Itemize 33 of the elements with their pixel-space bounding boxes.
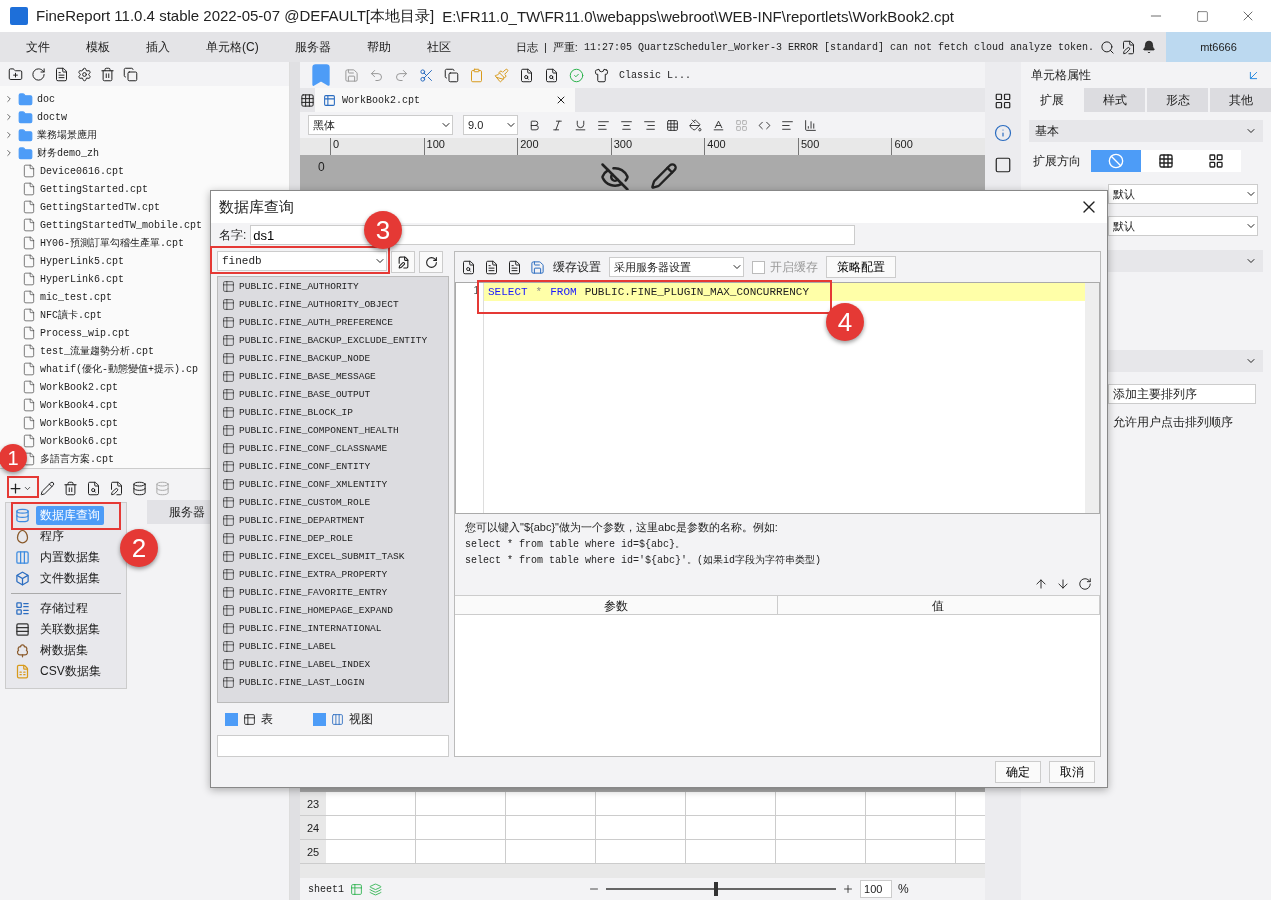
- cache-toggle-label: 开启缓存: [770, 258, 818, 276]
- log-separator: |: [544, 41, 547, 53]
- hint-example: select * from table where id=${abc}。: [465, 538, 687, 551]
- ruler-label: 100: [423, 138, 518, 155]
- field-label: 扩展方向: [1033, 152, 1081, 170]
- ruler-label: 400: [704, 138, 798, 155]
- ruler-label: 300: [610, 138, 705, 155]
- panel-title: 单元格属性: [1031, 66, 1091, 84]
- ruler-label: 0: [318, 160, 325, 174]
- ruler-label: 500: [797, 138, 892, 155]
- log-message: 11:27:05 QuartzScheduler_Worker-3 ERROR [standard] can not fetch cloud analyze token.: [583, 41, 1094, 53]
- sql-token: PUBLIC.FINE_PLUGIN_MAX_CONCURRENCY: [584, 286, 810, 298]
- ruler-label: 200: [517, 138, 611, 155]
- filter-label: 视图: [349, 710, 373, 728]
- ruler-label: 0: [330, 138, 424, 155]
- hint-text: 您可以键入"${abc}"做为一个参数，这里abc是参数的名称。例如:: [465, 520, 779, 535]
- log-level: 严重:: [552, 39, 578, 55]
- sql-token: SELECT: [488, 286, 528, 298]
- sql-token: FROM: [550, 286, 577, 298]
- cache-label: 缓存设置: [553, 258, 601, 276]
- zoom-unit: %: [898, 882, 909, 896]
- column-header: 参数: [455, 596, 778, 614]
- row-number: 23: [300, 792, 326, 815]
- row-number: 24: [300, 816, 326, 839]
- filter-label: 表: [261, 710, 273, 728]
- file-path: E:\FR11.0_TW\FR11.0\webapps\webroot\WEB-INF\reportlets\WorkBook2.cpt: [442, 7, 955, 25]
- sql-token: *: [535, 286, 543, 298]
- name-label: 名字:: [219, 226, 247, 244]
- row-number: 25: [300, 840, 326, 863]
- column-header: 值: [777, 596, 1100, 614]
- window-title: FineReport 11.0.4 stable 2022-05-07 @DEFAULT[本地目录]: [36, 6, 435, 26]
- dialog-title: 数据库查询: [219, 197, 294, 217]
- hint-example: select * from table where id='${abc}'。(如果id字段为字符串类型): [465, 553, 823, 567]
